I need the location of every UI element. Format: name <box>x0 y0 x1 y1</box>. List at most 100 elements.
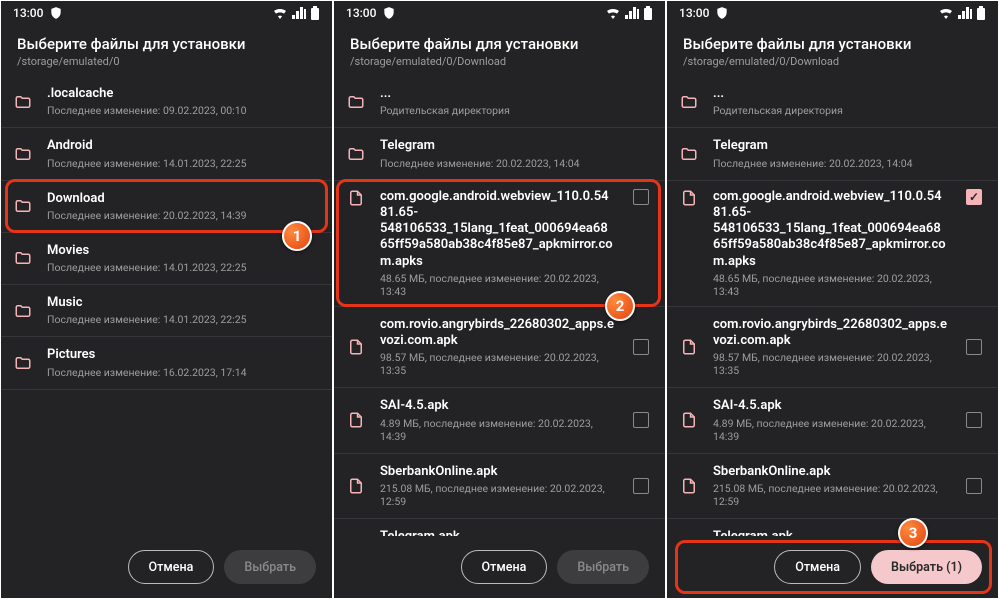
cancel-button[interactable]: Отмена <box>774 550 861 584</box>
item-meta: 48.65 МБ, последнее изменение: 20.02.202… <box>380 272 615 298</box>
file-row[interactable]: SAI-4.5.apk4.89 МБ, последнее изменение:… <box>667 388 998 453</box>
item-meta: 215.08 МБ, последнее изменение: 20.02.20… <box>713 482 948 508</box>
folder-icon <box>346 145 366 163</box>
item-name: Pictures <box>47 347 320 363</box>
select-button[interactable]: Выбрать <box>224 550 316 584</box>
folder-icon <box>346 93 366 111</box>
item-name: ... <box>713 86 986 102</box>
file-icon <box>679 477 699 495</box>
wifi-icon <box>605 7 621 19</box>
item-meta: Родительская директория <box>713 104 986 117</box>
cancel-button[interactable]: Отмена <box>128 550 215 584</box>
folder-icon <box>13 354 33 372</box>
statusbar: 13:00 <box>667 1 998 25</box>
file-icon <box>679 189 699 207</box>
file-list[interactable]: ... Родительская директория Telegram Послед… <box>667 76 998 598</box>
folder-row[interactable]: DownloadПоследнее изменение: 20.02.2023,… <box>1 181 332 233</box>
item-name: Movies <box>47 243 320 259</box>
shield-icon <box>382 6 396 20</box>
step-marker-3: 3 <box>898 518 928 548</box>
file-checkbox[interactable] <box>633 478 649 494</box>
folder-icon <box>13 145 33 163</box>
file-checkbox[interactable] <box>633 189 649 205</box>
item-meta: Последнее изменение: 20.02.2023, 14:04 <box>713 157 986 170</box>
file-list[interactable]: ... Родительская директория TelegramПослед… <box>334 76 665 598</box>
file-icon <box>346 411 366 429</box>
file-icon <box>346 338 366 356</box>
file-checkbox[interactable] <box>633 339 649 355</box>
folder-icon <box>13 249 33 267</box>
select-button[interactable]: Выбрать <box>557 550 649 584</box>
status-time: 13:00 <box>13 6 43 20</box>
file-checkbox[interactable]: ✓ <box>966 189 982 205</box>
folder-icon <box>13 93 33 111</box>
file-checkbox[interactable] <box>966 412 982 428</box>
current-path: /storage/emulated/0/Download <box>350 55 649 68</box>
step-marker-1: 1 <box>282 221 312 251</box>
status-time: 13:00 <box>346 6 376 20</box>
signal-icon <box>958 7 972 19</box>
status-time: 13:00 <box>679 6 709 20</box>
item-name: SberbankOnline.apk <box>380 464 615 480</box>
folder-icon <box>679 145 699 163</box>
item-name: Music <box>47 295 320 311</box>
file-row[interactable]: com.google.android.webview_110.0.5481.65… <box>334 181 665 307</box>
item-meta: 98.57 МБ, последнее изменение: 20.02.202… <box>380 351 615 377</box>
phone-screen-3: 13:00Выберите файлы для установки/storag… <box>667 1 998 598</box>
folder-icon <box>13 302 33 320</box>
folder-row[interactable]: .localcacheПоследнее изменение: 09.02.20… <box>1 76 332 128</box>
item-name: Telegram <box>380 138 653 154</box>
header: Выберите файлы для установки/storage/emu… <box>1 25 332 76</box>
item-name: Android <box>47 138 320 154</box>
page-title: Выберите файлы для установки <box>17 35 316 53</box>
item-name: ... <box>380 86 653 102</box>
item-name: Download <box>47 191 320 207</box>
item-meta: Последнее изменение: 14.01.2023, 22:25 <box>47 261 320 274</box>
folder-row[interactable]: TelegramПоследнее изменение: 20.02.2023,… <box>334 128 665 180</box>
cancel-button[interactable]: Отмена <box>461 550 548 584</box>
item-name: com.rovio.angrybirds_22680302_apps.evozi… <box>380 317 615 350</box>
item-meta: 4.89 МБ, последнее изменение: 20.02.2023… <box>380 417 615 443</box>
file-icon <box>346 189 366 207</box>
item-name: Telegram <box>713 138 986 154</box>
folder-row[interactable]: ... Родительская директория <box>667 76 998 128</box>
file-row[interactable]: com.rovio.angrybirds_22680302_apps.evozi… <box>667 307 998 389</box>
select-button[interactable]: Выбрать (1) <box>871 550 982 584</box>
item-meta: Последнее изменение: 09.02.2023, 00:10 <box>47 104 320 117</box>
item-name: SAI-4.5.apk <box>380 398 615 414</box>
item-name: com.google.android.webview_110.0.5481.65… <box>713 189 948 270</box>
folder-icon <box>679 93 699 111</box>
file-checkbox[interactable] <box>966 478 982 494</box>
item-name: SberbankOnline.apk <box>713 464 948 480</box>
phone-screen-2: 13:00 Выберите файлы для установки/storag… <box>334 1 665 598</box>
signal-icon <box>292 7 306 19</box>
file-icon <box>346 477 366 495</box>
file-row[interactable]: SberbankOnline.apk215.08 МБ, последнее и… <box>334 454 665 519</box>
file-checkbox[interactable] <box>633 412 649 428</box>
file-checkbox[interactable] <box>966 339 982 355</box>
wifi-icon <box>272 7 288 19</box>
folder-row[interactable]: PicturesПоследнее изменение: 16.02.2023,… <box>1 337 332 389</box>
file-row[interactable]: SAI-4.5.apk 4.89 МБ, последнее изменение:… <box>334 388 665 453</box>
wifi-icon <box>938 7 954 19</box>
file-row[interactable]: SberbankOnline.apk 215.08 МБ, последнее и… <box>667 454 998 519</box>
signal-icon <box>625 7 639 19</box>
header: Выберите файлы для установки/storage/emu… <box>334 25 665 76</box>
current-path: /storage/emulated/0/Download <box>683 55 982 68</box>
file-row[interactable]: com.google.android.webview_110.0.5481.65… <box>667 181 998 307</box>
file-icon <box>679 338 699 356</box>
file-list[interactable]: .localcacheПоследнее изменение: 09.02.20… <box>1 76 332 598</box>
folder-row[interactable]: ... Родительская директория <box>334 76 665 128</box>
item-meta: 98.57 МБ, последнее изменение: 20.02.202… <box>713 351 948 377</box>
item-meta: Родительская директория <box>380 104 653 117</box>
shield-icon <box>715 6 729 20</box>
folder-icon <box>13 197 33 215</box>
folder-row[interactable]: Telegram Последнее изменение: 20.02.2023,… <box>667 128 998 180</box>
folder-row[interactable]: MusicПоследнее изменение: 14.01.2023, 22… <box>1 285 332 337</box>
item-meta: 48.65 МБ, последнее изменение: 20.02.202… <box>713 272 948 298</box>
statusbar: 13:00 <box>1 1 332 25</box>
item-meta: 4.89 МБ, последнее изменение: 20.02.2023… <box>713 417 948 443</box>
footer: Отмена Выбрать <box>334 536 665 598</box>
folder-row[interactable]: AndroidПоследнее изменение: 14.01.2023, … <box>1 128 332 180</box>
battery-icon <box>310 6 320 20</box>
